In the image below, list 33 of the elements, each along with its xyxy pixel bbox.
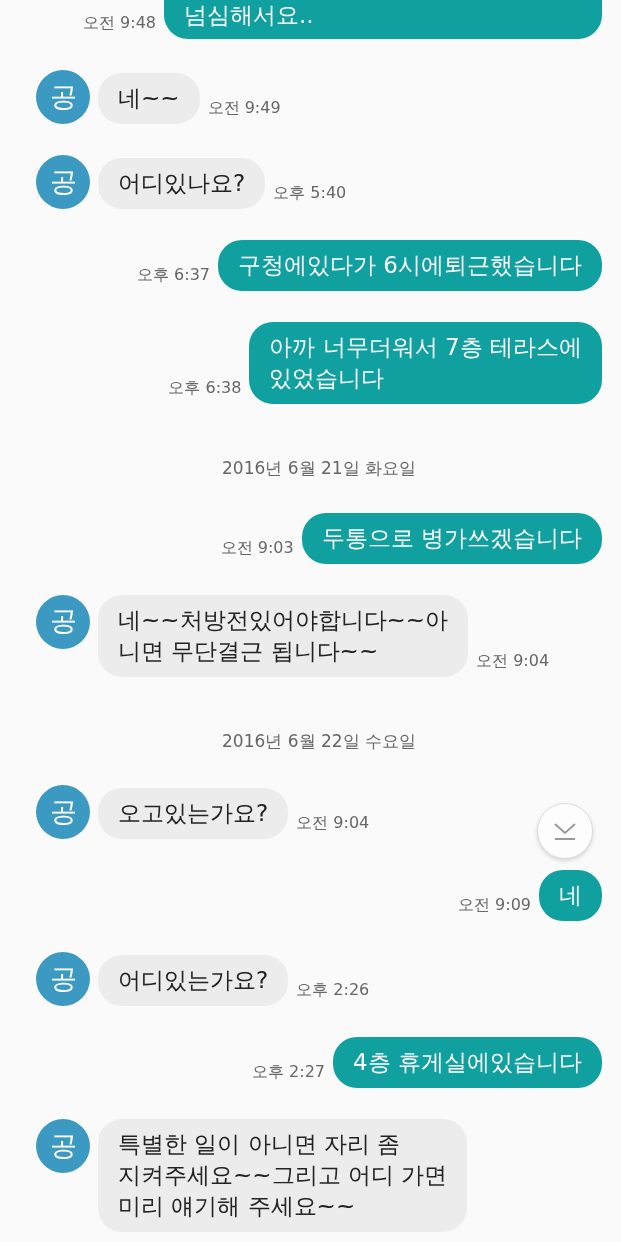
avatar: 공 (36, 952, 90, 1006)
message-bubble: 네 (539, 870, 602, 921)
avatar: 공 (36, 1119, 90, 1173)
avatar: 공 (36, 785, 90, 839)
date-separator: 2016년 6월 21일 화요일 (221, 457, 417, 480)
message-bubble: 아까 너무더워서 7층 테라스에 있었습니다 (249, 322, 602, 404)
timestamp: 오전 9:04 (296, 812, 370, 834)
avatar: 공 (36, 70, 90, 124)
timestamp: 오후 2:26 (296, 979, 370, 1001)
message-bubble: 두통으로 병가쓰겠습니다 (301, 512, 602, 564)
message-bubble: 구청에있다가 6시에퇴근했습니다 (218, 240, 602, 291)
timestamp: 오전 9:48 (83, 12, 156, 34)
message-bubble: 어디있는가요? (98, 955, 289, 1006)
timestamp: 오전 9:04 (476, 649, 550, 672)
message-bubble: 넘심해서요.. (164, 0, 602, 39)
avatar: 공 (36, 594, 90, 649)
message-bubble: 4층 휴게실에있습니다 (333, 1037, 602, 1088)
timestamp: 오전 9:03 (220, 536, 294, 559)
message-bubble: 특별한 일이 아니면 자리 좀 지켜주세요~~그리고 어디 가면 미리 얘기해 주세요~~ (98, 1119, 468, 1232)
timestamp: 오후 2:27 (252, 1061, 326, 1083)
timestamp: 오후 6:38 (168, 377, 242, 399)
timestamp: 오전 9:09 (458, 894, 531, 916)
scroll-down-icon (552, 821, 578, 841)
timestamp: 오후 6:37 (137, 264, 211, 286)
timestamp: 오전 9:49 (207, 97, 281, 119)
message-bubble: 네~~처방전있어야합니다~~아 니면 무단결근 됩니다~~ (98, 594, 469, 677)
message-bubble: 네~~ (98, 73, 200, 124)
avatar: 공 (36, 155, 90, 209)
timestamp: 오후 5:40 (273, 182, 347, 204)
scroll-down-button[interactable] (537, 803, 593, 859)
message-bubble: 어디있나요? (98, 158, 266, 209)
date-separator: 2016년 6월 22일 수요일 (221, 729, 417, 753)
message-bubble: 오고있는가요? (98, 788, 289, 839)
